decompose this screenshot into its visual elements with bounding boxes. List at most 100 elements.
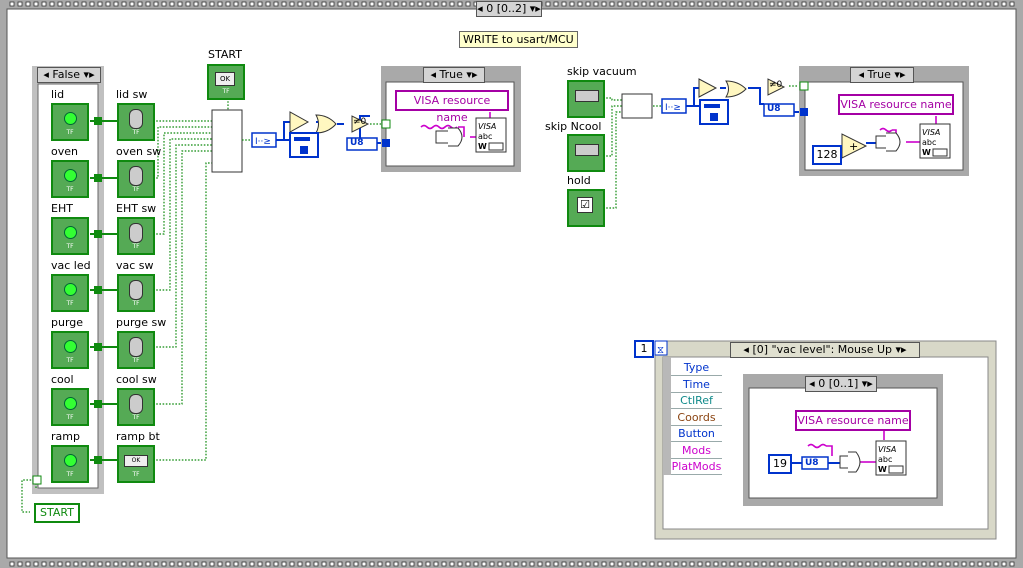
visa-resource-name-event[interactable]: VISA resource name (795, 410, 911, 431)
start-label: START (208, 48, 242, 61)
switch-label: ramp bt (116, 430, 160, 443)
event-node-item[interactable]: Mods (671, 444, 722, 459)
constant-128[interactable]: 128 (812, 145, 842, 165)
event-selector[interactable]: ◂ [0] "vac level": Mouse Up ▾▸ (730, 342, 920, 358)
neq-zero-right: ≠0 (769, 80, 783, 90)
indicator-terminal[interactable]: TF (51, 160, 89, 198)
event-node-item[interactable]: Coords (671, 411, 722, 426)
switch-terminal[interactable]: OK TF (117, 445, 155, 483)
led-icon (64, 454, 77, 467)
ok-button-icon: OK (124, 455, 148, 467)
switch-terminal[interactable]: TF (117, 103, 155, 141)
outer-case-selector[interactable]: ◂ 0 [0..2] ▾▸ (476, 1, 542, 17)
hold-terminal[interactable]: ☑ (567, 189, 605, 227)
visa-resource-name-right[interactable]: VISA resource name (838, 94, 954, 115)
indicator-terminal[interactable]: TF (51, 331, 89, 369)
u8-convert-left: U8 (350, 138, 364, 148)
hold-label: hold (567, 174, 591, 187)
switch-terminal[interactable]: TF (117, 274, 155, 312)
switch-label: purge sw (116, 316, 167, 329)
svg-text:W: W (478, 142, 487, 151)
tf-label: TF (66, 414, 74, 421)
switch-label: EHT sw (116, 202, 157, 215)
start-ok-label: OK (215, 72, 235, 86)
indicator-terminal[interactable]: TF (51, 274, 89, 312)
tf-label: TF (132, 243, 140, 250)
led-icon (64, 283, 77, 296)
indicator-label: purge (51, 316, 84, 329)
toggle-icon (575, 90, 599, 102)
right-true-case-selector[interactable]: ◂ True ▾▸ (850, 67, 914, 83)
true-case-selector[interactable]: ◂ True ▾▸ (423, 67, 485, 83)
start-local-variable[interactable]: START (34, 503, 80, 523)
indicator-terminal[interactable]: TF (51, 217, 89, 255)
constant-19[interactable]: 19 (768, 454, 792, 474)
toggle-switch-icon (129, 166, 143, 186)
tf-label: TF (132, 414, 140, 421)
indicator-label: cool (51, 373, 74, 386)
svg-text:+: + (849, 140, 858, 153)
switch-label: vac sw (116, 259, 154, 272)
tf-label: TF (66, 300, 74, 307)
event-count-constant[interactable]: 1 (634, 340, 654, 358)
switch-label: lid sw (116, 88, 148, 101)
event-node-item[interactable]: PlatMods (671, 460, 722, 475)
led-icon (64, 169, 77, 182)
tf-label: TF (132, 357, 140, 364)
event-selector-label: [0] "vac level": Mouse Up (752, 343, 893, 356)
toggle-switch-icon (129, 337, 143, 357)
outer-case-selector-label: 0 [0..2] (486, 2, 527, 15)
switch-terminal[interactable]: TF (117, 331, 155, 369)
toggle-switch-icon (129, 280, 143, 300)
start-tf-label: TF (222, 88, 230, 95)
led-icon (64, 340, 77, 353)
indicator-label: EHT (51, 202, 73, 215)
svg-text:abc: abc (878, 455, 892, 464)
svg-text:abc: abc (922, 138, 936, 147)
indicator-terminal[interactable]: TF (51, 445, 89, 483)
toggle-switch-icon (129, 394, 143, 414)
frame-label: WRITE to usart/MCU (459, 31, 578, 48)
event-node-item[interactable]: Button (671, 427, 722, 442)
tf-label: TF (132, 129, 140, 136)
led-icon (64, 112, 77, 125)
checkbox-icon: ☑ (577, 197, 593, 213)
start-button-terminal[interactable]: OK TF (207, 64, 245, 100)
visa-resource-name-left[interactable]: VISA resource name (395, 90, 509, 124)
tf-label: TF (66, 357, 74, 364)
inner-sequence-selector-label: 0 [0..1] (818, 377, 859, 390)
switch-label: cool sw (116, 373, 157, 386)
svg-text:⧖: ⧖ (657, 345, 664, 356)
skip-vacuum-terminal[interactable] (567, 80, 605, 118)
indicator-label: ramp (51, 430, 80, 443)
indicator-terminal[interactable]: TF (51, 103, 89, 141)
left-case-selector[interactable]: ◂ False ▾▸ (37, 67, 101, 83)
svg-text:VISA: VISA (922, 128, 940, 137)
svg-text:abc: abc (478, 132, 492, 141)
tf-label: TF (132, 300, 140, 307)
switch-label: oven sw (116, 145, 162, 158)
indicator-label: vac led (51, 259, 91, 272)
indicator-label: lid (51, 88, 65, 101)
switch-terminal[interactable]: TF (117, 388, 155, 426)
u8-convert-event: U8 (805, 458, 819, 468)
tf-label: TF (66, 243, 74, 250)
switch-terminal[interactable]: TF (117, 217, 155, 255)
led-icon (64, 226, 77, 239)
event-node-item[interactable]: CtlRef (671, 394, 722, 409)
inner-sequence-selector[interactable]: ◂ 0 [0..1] ▾▸ (805, 376, 877, 392)
indicator-terminal[interactable]: TF (51, 388, 89, 426)
tf-label: TF (66, 471, 74, 478)
event-node-item[interactable]: Time (671, 378, 722, 393)
tf-label: TF (132, 186, 140, 193)
event-node-item[interactable]: Type (671, 361, 722, 376)
skip-ncool-terminal[interactable] (567, 134, 605, 172)
led-icon (64, 397, 77, 410)
left-case-selector-label: False (52, 68, 81, 81)
svg-text:VISA: VISA (478, 122, 496, 131)
toggle-switch-icon (129, 223, 143, 243)
toggle-switch-icon (129, 109, 143, 129)
svg-text:W: W (922, 148, 931, 157)
tf-label: TF (66, 129, 74, 136)
switch-terminal[interactable]: TF (117, 160, 155, 198)
